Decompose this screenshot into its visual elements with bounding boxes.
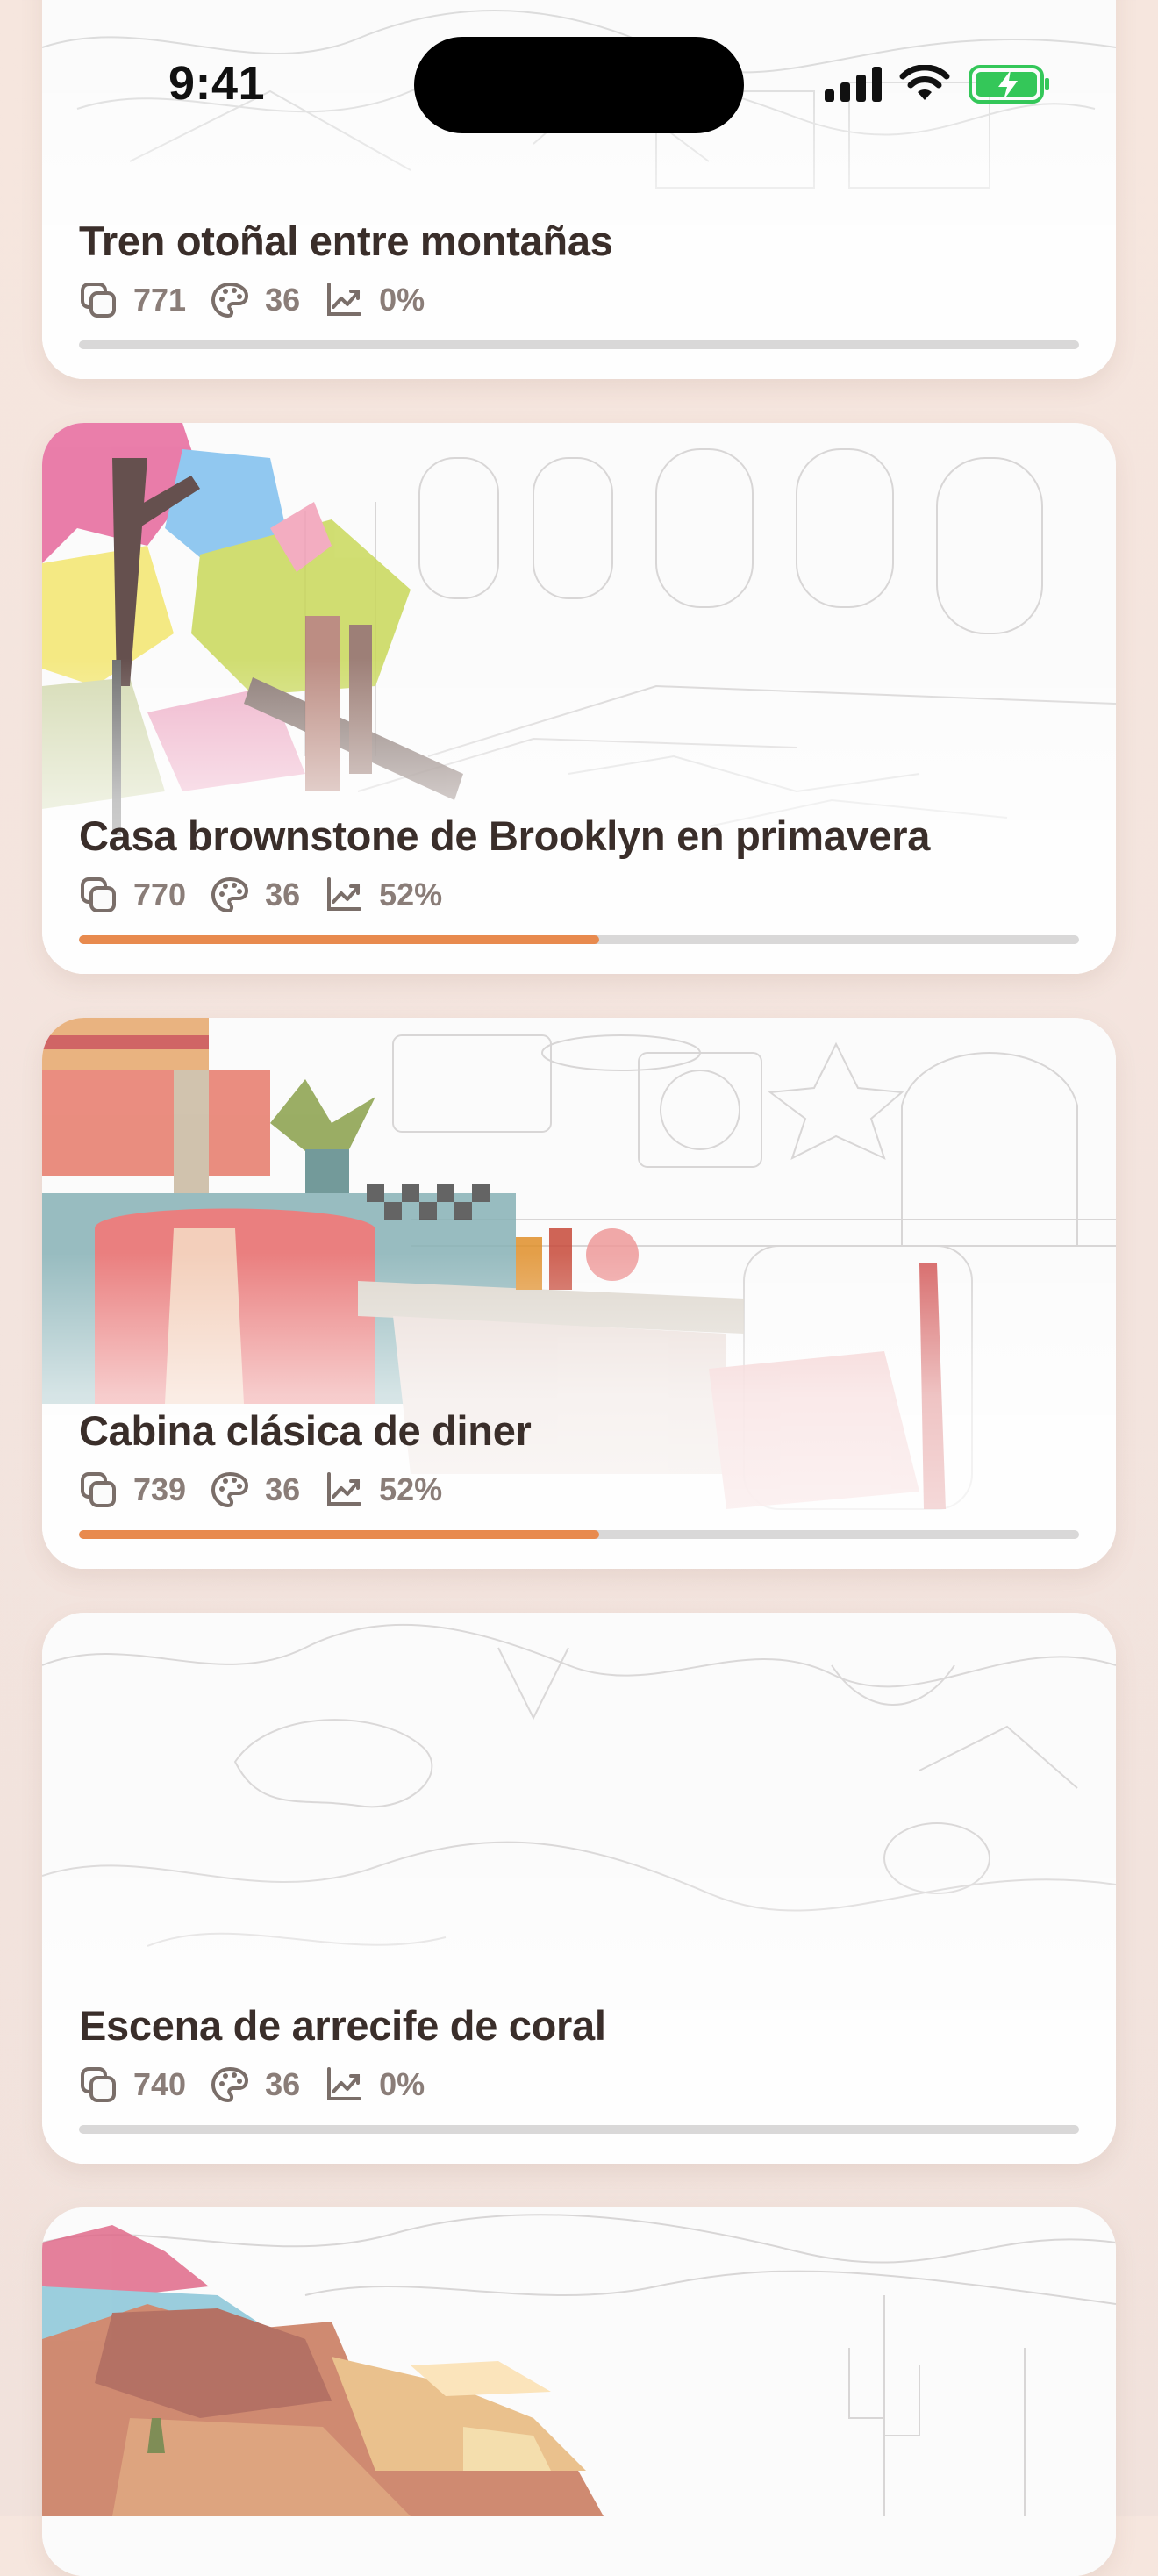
progress-percent: 0% xyxy=(379,2066,425,2102)
progress-bar xyxy=(79,935,1079,944)
puzzle-card[interactable]: Casa brownstone de Brooklyn en primavera… xyxy=(42,423,1116,974)
puzzle-card[interactable]: Escena de arrecife de coral 740 36 0% xyxy=(42,1613,1116,2164)
layers-icon xyxy=(81,877,116,912)
card-title: Escena de arrecife de coral xyxy=(79,2002,606,2049)
card-title: Tren otoñal entre montañas xyxy=(79,218,613,264)
card-title: Cabina clásica de diner xyxy=(79,1407,532,1454)
palette-icon xyxy=(211,877,249,913)
pieces-count: 740 xyxy=(133,2066,187,2102)
progress-bar xyxy=(79,2125,1079,2134)
trend-chart-icon xyxy=(327,283,362,316)
card-artwork xyxy=(42,2207,1116,2576)
battery-charging-icon xyxy=(969,65,1049,104)
progress-percent: 52% xyxy=(379,877,443,912)
palette-icon xyxy=(211,2066,249,2103)
palette-icon xyxy=(211,1471,249,1508)
trend-chart-icon xyxy=(327,1472,362,1506)
progress-bar xyxy=(79,340,1079,349)
layers-icon xyxy=(81,1472,116,1507)
status-time: 9:41 xyxy=(168,57,266,110)
colors-count: 36 xyxy=(265,877,301,912)
pieces-count: 770 xyxy=(133,877,187,912)
palette-icon xyxy=(211,282,249,318)
progress-percent: 0% xyxy=(379,282,425,318)
layers-icon xyxy=(81,2067,116,2102)
puzzle-card[interactable]: Cabina clásica de diner 739 36 52% xyxy=(42,1018,1116,1569)
status-icons xyxy=(825,63,1051,105)
progress-bar xyxy=(79,1530,1079,1539)
dynamic-island xyxy=(414,37,744,133)
pieces-count: 771 xyxy=(133,282,187,318)
cellular-signal-icon xyxy=(825,67,882,102)
progress-fill xyxy=(79,935,599,944)
status-bar: 9:41 xyxy=(0,0,1158,167)
progress-percent: 52% xyxy=(379,1471,443,1507)
progress-fill xyxy=(79,1530,599,1539)
layers-icon xyxy=(81,283,116,318)
colors-count: 36 xyxy=(265,2066,301,2102)
trend-chart-icon xyxy=(327,2067,362,2100)
pieces-count: 739 xyxy=(133,1471,187,1507)
trend-chart-icon xyxy=(327,877,362,911)
colors-count: 36 xyxy=(265,1471,301,1507)
colors-count: 36 xyxy=(265,282,301,318)
puzzle-card[interactable] xyxy=(42,2207,1116,2576)
wifi-icon xyxy=(899,65,950,100)
card-title: Casa brownstone de Brooklyn en primavera xyxy=(79,812,931,859)
